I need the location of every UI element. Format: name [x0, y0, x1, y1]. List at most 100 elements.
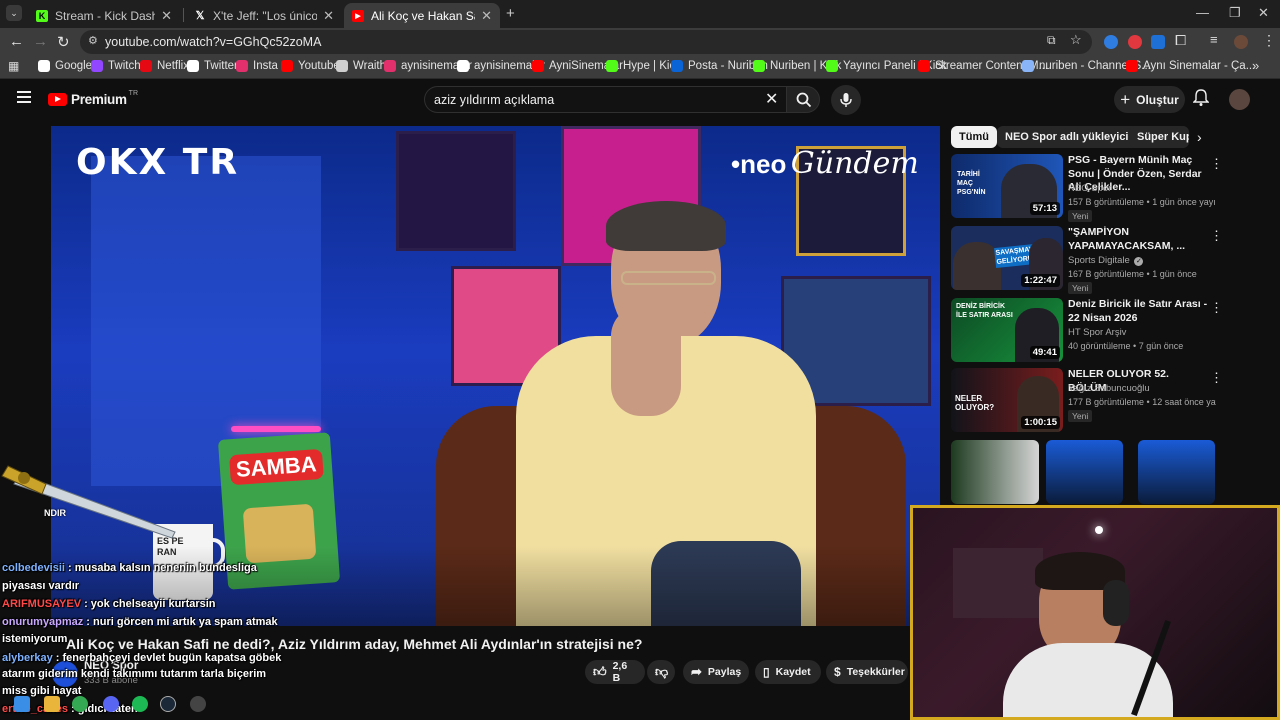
- close-window-icon[interactable]: ✕: [1258, 5, 1269, 21]
- google-icon: [38, 60, 50, 72]
- chat-message: alyberkay: fenerbahçeyi devlet bugün kap…: [2, 652, 282, 664]
- video-thumbnail[interactable]: NELER OLUYOR? 1:00:15: [951, 368, 1063, 432]
- voice-search-button[interactable]: [831, 85, 861, 115]
- bookmark-item[interactable]: Wraith: [336, 60, 386, 72]
- app-icon[interactable]: [190, 696, 206, 712]
- discord-icon[interactable]: [103, 696, 119, 712]
- chat-username: colbedevisii: [2, 562, 65, 574]
- bookmark-item[interactable]: Twitter: [187, 60, 238, 72]
- bookmark-item[interactable]: Insta: [236, 60, 278, 72]
- bookmark-label: Twitter: [204, 60, 238, 72]
- bookmark-icon: ▯: [763, 665, 770, 679]
- bookmark-item[interactable]: Hype | Kick: [606, 60, 681, 72]
- apps-grid-icon[interactable]: ▦: [8, 59, 19, 73]
- more-actions-icon[interactable]: ⋮: [1210, 228, 1223, 244]
- more-bookmarks-icon[interactable]: »: [1252, 58, 1259, 73]
- file-explorer-icon[interactable]: [44, 696, 60, 712]
- minimize-icon[interactable]: —: [1196, 5, 1209, 20]
- video-thumbnail[interactable]: [1046, 440, 1123, 504]
- taskbar: [0, 690, 220, 720]
- video-player[interactable]: OKX TR •neo Gündem SAMBA ES PE RAN: [51, 126, 940, 626]
- thanks-button[interactable]: $ Teşekkürler: [826, 660, 908, 684]
- like-button[interactable]: 👍︎ 2,6 B: [585, 660, 645, 684]
- like-count: 2,6 B: [612, 660, 628, 684]
- dislike-button[interactable]: 👎︎: [647, 660, 675, 684]
- bookmark-star-icon[interactable]: ☆: [1070, 32, 1082, 48]
- video-title[interactable]: Deniz Biricik ile Satır Arası - 22 Nisan…: [1068, 298, 1210, 325]
- profile-avatar[interactable]: [1234, 35, 1248, 49]
- clear-search-icon[interactable]: ✕: [765, 89, 778, 109]
- more-actions-icon[interactable]: ⋮: [1210, 300, 1223, 316]
- chat-text: piyasası vardır: [2, 580, 80, 592]
- chrome-icon[interactable]: [72, 696, 88, 712]
- extensions-puzzle-icon[interactable]: ⧠: [1175, 32, 1186, 49]
- browser-tab[interactable]: 𝕏 X'te Jeff: "Los únicos dos goles ✕: [186, 3, 342, 28]
- reading-list-icon[interactable]: ≡: [1210, 32, 1218, 47]
- create-button[interactable]: + Oluştur: [1114, 86, 1185, 113]
- restore-icon[interactable]: ❐: [1229, 5, 1241, 21]
- close-tab-icon[interactable]: ✕: [481, 8, 492, 24]
- bookmark-item[interactable]: Netflix: [140, 60, 189, 72]
- x-icon: 𝕏: [195, 10, 205, 22]
- extension-icon[interactable]: [1151, 35, 1165, 49]
- video-thumbnail[interactable]: DENİZ BİRİCİK İLE SATIR ARASI 49:41: [951, 298, 1063, 362]
- twitch-icon: [91, 60, 103, 72]
- chip-all[interactable]: Tümü: [951, 126, 997, 148]
- instagram-icon: [384, 60, 396, 72]
- hamburger-menu-icon[interactable]: [17, 91, 31, 103]
- search-input[interactable]: aziz yıldırım açıklama ✕: [424, 86, 786, 113]
- site-info-icon[interactable]: ⚙: [88, 34, 98, 47]
- address-bar[interactable]: ⚙ youtube.com/watch?v=GGhQc52zoMA ⧉ ☆: [80, 30, 1092, 54]
- close-tab-icon[interactable]: ✕: [323, 8, 334, 24]
- video-thumbnail[interactable]: [951, 440, 1039, 504]
- search-button[interactable]: [786, 86, 820, 113]
- save-button[interactable]: ▯ Kaydet: [755, 660, 821, 684]
- extension-icon[interactable]: [1128, 35, 1142, 49]
- close-tab-icon[interactable]: ✕: [161, 8, 172, 24]
- recommendation-item[interactable]: NELER OLUYOR? 1:00:15 NELER OLUYOR 52. B…: [951, 368, 1223, 432]
- bookmark-item[interactable]: Google: [38, 60, 92, 72]
- thumbnail-caption: DENİZ BİRİCİK İLE SATIR ARASI: [956, 303, 1013, 319]
- bookmark-item[interactable]: Twitch: [91, 60, 141, 72]
- browser-menu-icon[interactable]: ⋮: [1262, 32, 1276, 49]
- recommendation-item[interactable]: TARİHİ MAÇ PSG'NİN 57:13 PSG - Bayern Mü…: [951, 154, 1223, 222]
- browser-tab[interactable]: K Stream - Kick Dashboard ✕: [28, 3, 180, 28]
- spotify-icon[interactable]: [132, 696, 148, 712]
- new-tab-icon[interactable]: +: [506, 5, 515, 22]
- video-title[interactable]: "ŞAMPİYON YAPAMAYACAKSAM, ...: [1068, 226, 1210, 253]
- channel-name[interactable]: Yağız Sabuncuoğlu: [1068, 383, 1150, 394]
- channel-name[interactable]: HT Spor Arşiv: [1068, 327, 1126, 338]
- bookmark-item[interactable]: Youtube: [281, 60, 340, 72]
- video-thumbnail[interactable]: SAVAŞMAYA GELİYORUZ 1:22:47: [951, 226, 1063, 290]
- new-badge: Yeni: [1068, 410, 1093, 422]
- chat-text: fenerbahçeyi devlet bugün kapatsa göbek: [62, 652, 282, 664]
- browser-tab-active[interactable]: ▶ Ali Koç ve Hakan Safi ne dedi?, ✕: [344, 3, 500, 28]
- install-app-icon[interactable]: ⧉: [1047, 33, 1056, 48]
- neo-logo-text: •neo: [731, 149, 787, 179]
- chip-super-cup[interactable]: Süper Kupa: [1129, 126, 1189, 148]
- video-thumbnail[interactable]: [1138, 440, 1215, 504]
- channel-name[interactable]: Sports Digitale ✓: [1068, 255, 1144, 266]
- recommendation-item[interactable]: DENİZ BİRİCİK İLE SATIR ARASI 49:41 Deni…: [951, 298, 1223, 362]
- youtube-premium-logo[interactable]: Premium TR: [48, 90, 138, 107]
- tab-search-button[interactable]: ⌄: [6, 5, 22, 21]
- w-icon: [336, 60, 348, 72]
- recommendation-item[interactable]: SAVAŞMAYA GELİYORUZ 1:22:47 "ŞAMPİYON YA…: [951, 226, 1223, 294]
- video-bottom-shade: [51, 546, 940, 626]
- extension-icon[interactable]: [1104, 35, 1118, 49]
- reload-icon[interactable]: ↻: [57, 33, 70, 51]
- steam-icon[interactable]: [160, 696, 176, 712]
- channel-name[interactable]: NEO Spor: [1068, 183, 1111, 194]
- chips-next-icon[interactable]: ›: [1197, 129, 1202, 145]
- share-button[interactable]: ➦ Paylaş: [683, 660, 749, 684]
- more-actions-icon[interactable]: ⋮: [1210, 156, 1223, 172]
- account-avatar[interactable]: [1229, 89, 1250, 110]
- back-icon[interactable]: ←: [9, 33, 24, 50]
- windows-start-icon[interactable]: [14, 696, 30, 712]
- notifications-bell-icon[interactable]: [1192, 89, 1210, 107]
- video-thumbnail[interactable]: TARİHİ MAÇ PSG'NİN 57:13: [951, 154, 1063, 218]
- more-actions-icon[interactable]: ⋮: [1210, 370, 1223, 386]
- bookmark-item[interactable]: Aynı Sinemalar - Ça...: [1126, 60, 1255, 72]
- youtube-icon: ▶: [352, 9, 364, 22]
- forward-icon[interactable]: →: [33, 33, 48, 50]
